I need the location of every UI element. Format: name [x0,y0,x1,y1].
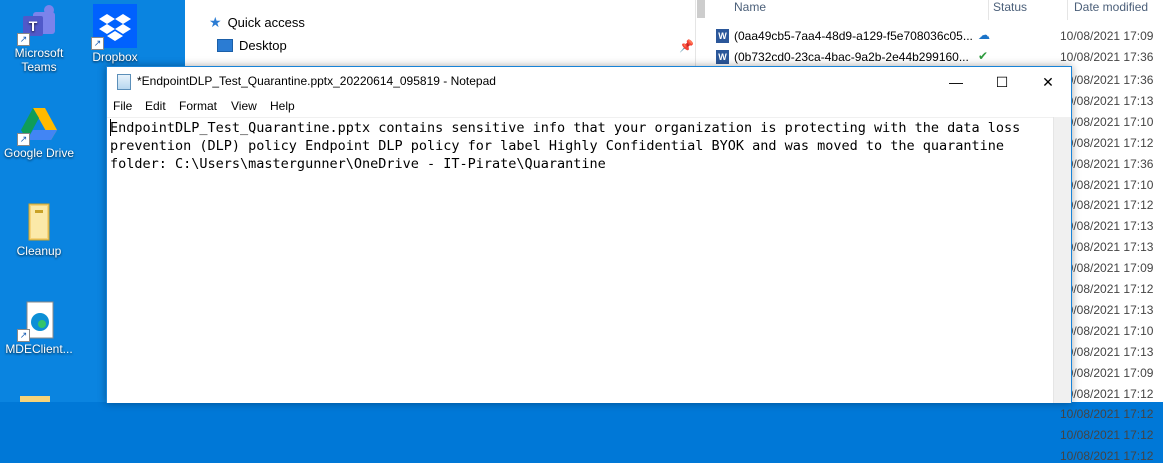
synced-check-icon: ✔ [978,49,989,63]
column-divider[interactable] [988,0,989,20]
file-date: 10/08/2021 17:12 [1060,198,1154,213]
file-name: (0b732cd0-23ca-4bac-9a2b-2e44b299160... [734,50,969,64]
text-caret [110,119,111,136]
file-date: 10/08/2021 17:13 [1060,302,1154,317]
column-header-status[interactable]: Status [993,0,1027,18]
menu-edit[interactable]: Edit [145,99,166,113]
file-date: 10/08/2021 17:13 [1060,219,1154,234]
title-bar[interactable]: *EndpointDLP_Test_Quarantine.pptx_202206… [107,67,1071,97]
file-date: 10/08/2021 17:36 [1060,156,1154,171]
file-date: 10/08/2021 17:09 [1060,261,1154,276]
menu-format[interactable]: Format [179,99,217,113]
word-doc-icon: W [716,29,729,43]
file-date: 10/08/2021 17:12 [1060,449,1154,463]
desktop-icon-cleanup[interactable]: Cleanup [0,202,78,258]
file-date: 10/08/2021 17:13 [1060,93,1154,108]
folder-icon [19,202,59,242]
notepad-window: *EndpointDLP_Test_Quarantine.pptx_202206… [106,66,1072,403]
pin-icon[interactable]: 📌 [679,39,694,53]
desktop-folder-icon [217,39,233,52]
window-title: *EndpointDLP_Test_Quarantine.pptx_202206… [137,74,496,88]
dropbox-icon: ↗ [91,4,137,50]
nav-item-label: Desktop [239,38,287,53]
file-date: 10/08/2021 17:10 [1060,177,1154,192]
file-date: 10/08/2021 17:10 [1060,323,1154,338]
column-divider[interactable] [1067,0,1068,20]
desktop-icon-label: Microsoft Teams [14,46,64,74]
cloud-icon: ☁ [978,28,990,42]
file-date: 10/08/2021 17:12 [1060,282,1154,296]
file-date: 10/08/2021 17:13 [1060,344,1154,359]
desktop-icon-label: MDEClient... [5,342,73,356]
column-header-date-modified[interactable]: Date modified [1074,0,1148,18]
desktop-icon-google-drive[interactable]: ↗ Google Drive [0,104,78,160]
file-date: 10/08/2021 17:13 [1060,240,1154,255]
desktop-icon-label: Dropbox [92,50,138,64]
menu-view[interactable]: View [231,99,257,113]
word-doc-icon: W [716,50,729,64]
notepad-icon [117,74,131,90]
desktop-icon-teams[interactable]: T ↗ Microsoft Teams [0,4,78,74]
file-row[interactable]: W (0aa49cb5-7aa4-48d9-a129-f5e708036c05.… [710,26,1163,47]
desktop-icon-label: Cleanup [16,244,62,258]
editor-content[interactable]: EndpointDLP_Test_Quarantine.pptx contain… [110,119,1030,173]
nav-scrollbar[interactable] [697,0,705,18]
file-row[interactable]: W (0b732cd0-23ca-4bac-9a2b-2e44b299160..… [710,47,1163,68]
google-drive-icon: ↗ [17,104,59,146]
file-date: 10/08/2021 17:09 [1060,365,1154,380]
nav-item-label: Quick access [227,15,305,30]
minimize-button[interactable]: — [933,67,979,97]
edge-document-icon: ↗ [17,300,59,342]
desktop-icon-mdeclient[interactable]: ↗ MDEClient... [0,300,78,356]
file-date: 10/08/2021 17:12 [1060,428,1154,443]
desktop-icon-label: Google Drive [3,146,75,160]
file-date: 10/08/2021 17:36 [1060,50,1154,64]
maximize-button[interactable]: ☐ [979,67,1025,97]
file-date: 10/08/2021 17:12 [1060,386,1154,401]
nav-item-quick-access[interactable]: ★ Quick access [209,14,305,31]
file-name: (0aa49cb5-7aa4-48d9-a129-f5e708036c05... [734,29,973,43]
file-date: 10/08/2021 17:09 [1060,29,1154,43]
column-header-name[interactable]: Name [734,0,766,18]
svg-text:T: T [29,18,38,34]
menu-help[interactable]: Help [270,99,295,113]
text-editor[interactable]: EndpointDLP_Test_Quarantine.pptx contain… [107,117,1053,404]
file-date: 10/08/2021 17:12 [1060,407,1154,422]
file-date: 10/08/2021 17:12 [1060,135,1154,150]
file-date: 10/08/2021 17:36 [1060,73,1154,87]
menu-bar: File Edit Format View Help [107,97,1071,117]
star-icon: ★ [209,14,222,30]
close-button[interactable]: ✕ [1025,67,1071,97]
menu-file[interactable]: File [113,99,132,113]
file-date: 10/08/2021 17:10 [1060,114,1154,129]
vertical-scrollbar[interactable] [1053,117,1071,403]
nav-item-desktop[interactable]: Desktop [217,38,287,53]
desktop-icon-dropbox[interactable]: ↗ Dropbox [76,4,154,64]
desktop-icon-partial [20,396,50,402]
teams-icon: T ↗ [17,4,59,46]
